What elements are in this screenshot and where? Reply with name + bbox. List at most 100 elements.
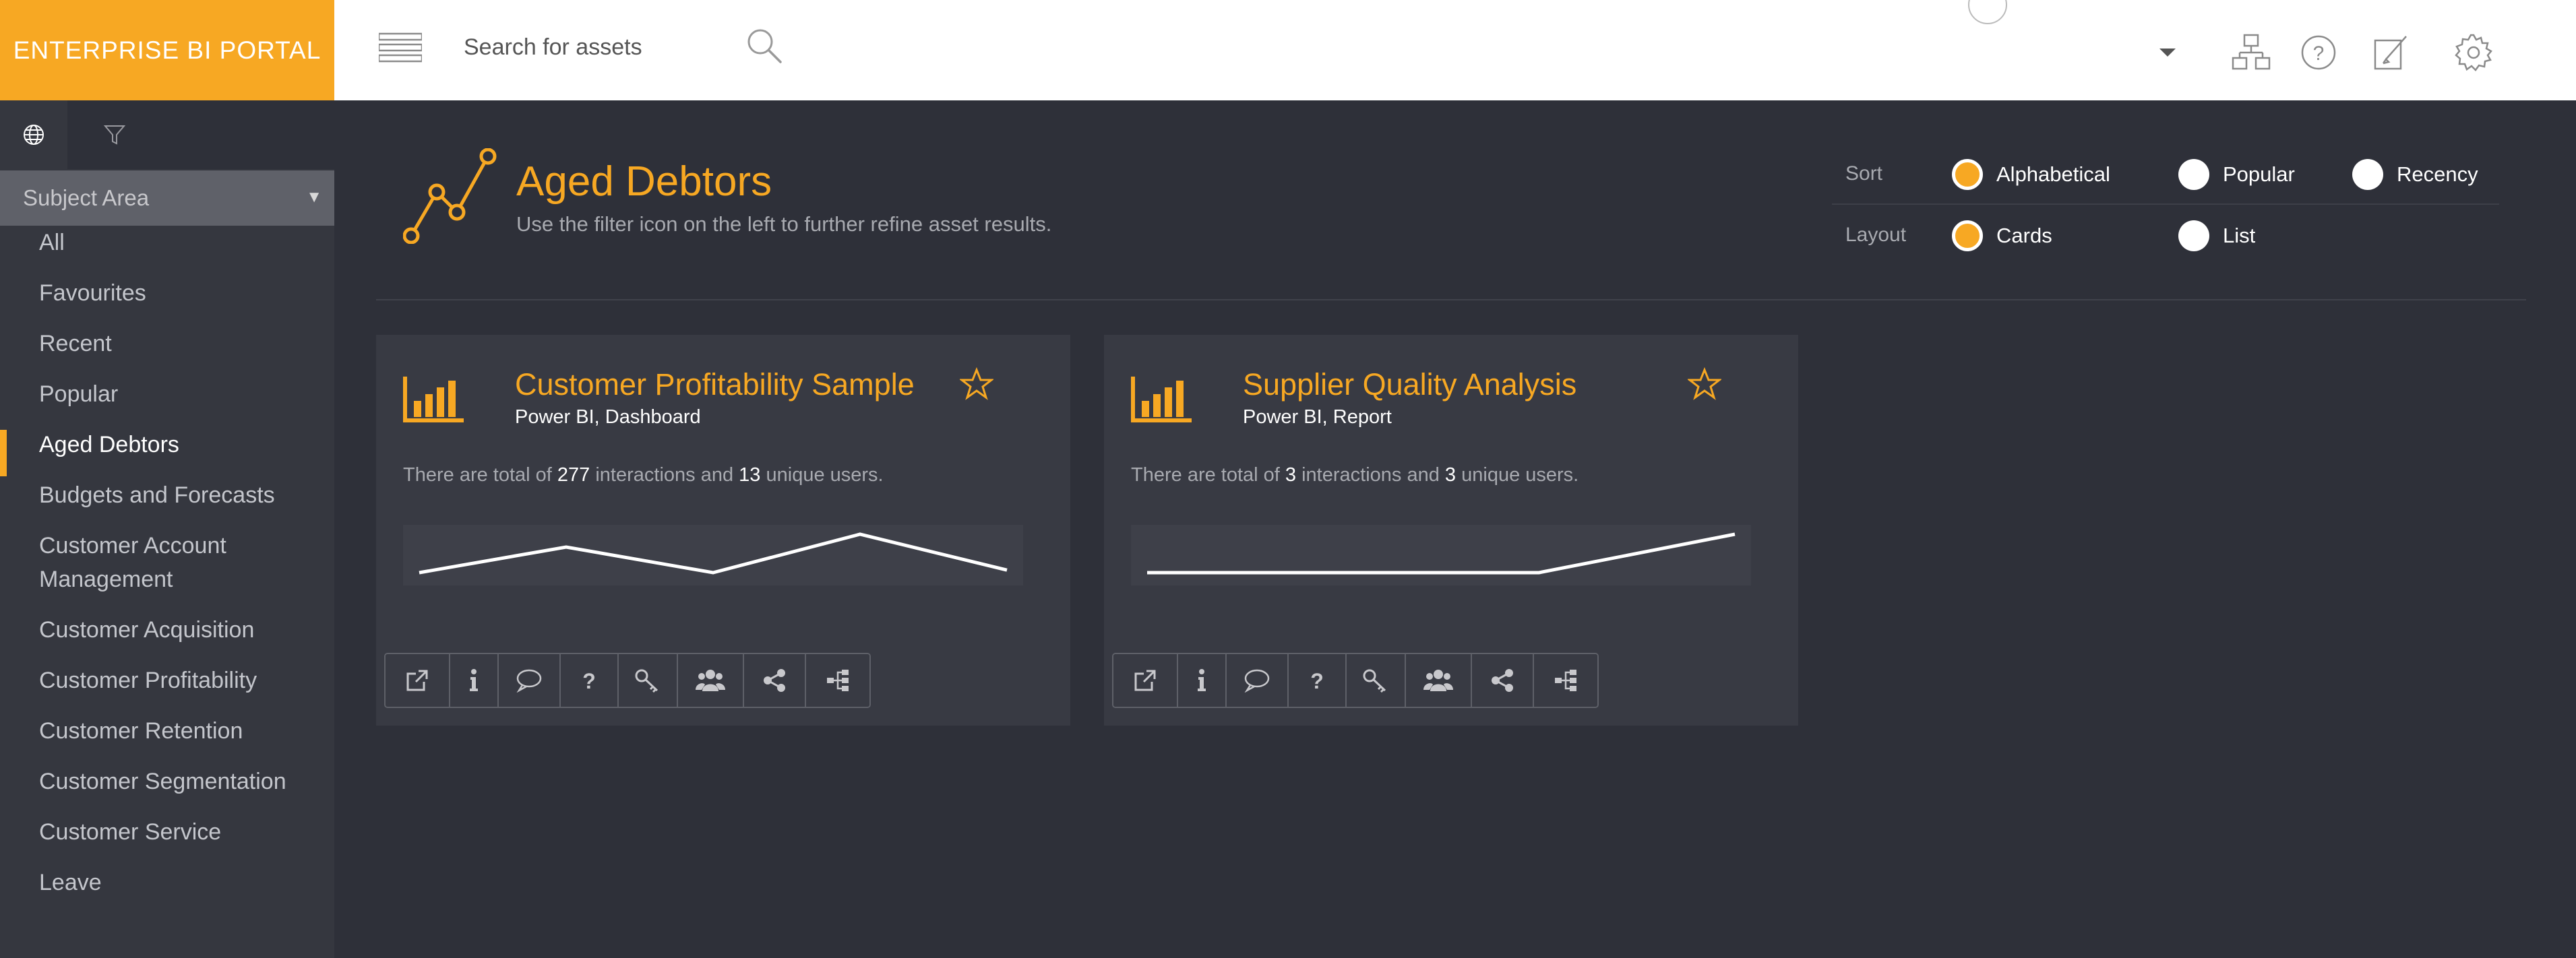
- layout-radio-list[interactable]: List: [2178, 220, 2255, 252]
- radio-checked-icon: [1952, 220, 1983, 251]
- user-avatar[interactable]: [1968, 0, 2007, 24]
- divider: [376, 299, 2526, 300]
- search-icon[interactable]: [745, 27, 783, 65]
- nav-item-customer-profitability[interactable]: Customer Profitability: [0, 664, 334, 697]
- gear-icon[interactable]: [2453, 32, 2494, 73]
- nav-item-budgets-and-forecasts[interactable]: Budgets and Forecasts: [0, 478, 334, 512]
- users-count: 13: [739, 464, 761, 486]
- subject-area-label: Subject Area: [23, 185, 150, 210]
- nav-item-label: Recent: [39, 331, 112, 356]
- users-icon[interactable]: [678, 654, 744, 707]
- subject-nav-list: All Favourites Recent Popular Aged Debto…: [0, 226, 334, 899]
- subject-area-dropdown[interactable]: Subject Area ▼: [0, 170, 334, 226]
- globe-icon[interactable]: [0, 100, 67, 169]
- sort-radio-alphabetical[interactable]: Alphabetical: [1952, 158, 2110, 191]
- page-subtitle: Use the filter icon on the left to furth…: [516, 212, 1052, 236]
- search-input[interactable]: [464, 28, 720, 66]
- hierarchy-icon[interactable]: [2231, 32, 2271, 73]
- stats-text: There are total of: [1131, 464, 1280, 486]
- nav-item-label: Customer Acquisition: [39, 617, 255, 643]
- stats-text: unique users.: [1461, 464, 1579, 486]
- page-title: Aged Debtors: [516, 158, 772, 205]
- stats-text: There are total of: [403, 464, 552, 486]
- radio-label: Popular: [2223, 162, 2295, 186]
- nav-item-leave[interactable]: Leave: [0, 866, 334, 899]
- trend-sparkline: [1131, 525, 1751, 585]
- radio-label: List: [2223, 224, 2256, 247]
- radio-label: Cards: [1996, 224, 2052, 247]
- question-icon[interactable]: ?: [561, 654, 619, 707]
- main-content: Aged Debtors Use the filter icon on the …: [334, 100, 2576, 958]
- nav-item-all[interactable]: All: [0, 226, 334, 259]
- open-external-icon[interactable]: [1113, 654, 1178, 707]
- radio-unchecked-icon: [2178, 159, 2209, 190]
- asset-card[interactable]: Supplier Quality Analysis Power BI, Repo…: [1104, 335, 1798, 726]
- sparkline-background: [403, 525, 1023, 585]
- trend-sparkline: [403, 525, 1023, 585]
- card-title[interactable]: Customer Profitability Sample: [515, 367, 915, 402]
- layout-radio-cards[interactable]: Cards: [1952, 220, 2052, 252]
- card-subtitle: Power BI, Dashboard: [515, 406, 701, 428]
- nav-item-popular[interactable]: Popular: [0, 377, 334, 411]
- nav-item-recent[interactable]: Recent: [0, 327, 334, 360]
- svg-text:?: ?: [1310, 669, 1324, 693]
- comment-icon[interactable]: [1227, 654, 1289, 707]
- filter-icon[interactable]: [81, 100, 148, 169]
- nav-item-favourites[interactable]: Favourites: [0, 276, 334, 310]
- view-options: Sort Alphabetical Popular Recency Layout: [1832, 143, 2499, 263]
- nav-item-label: Customer Account Management: [39, 533, 226, 592]
- sparkline-background: [1131, 525, 1751, 585]
- layout-label: Layout: [1845, 224, 1907, 246]
- users-icon[interactable]: [1406, 654, 1472, 707]
- sort-radio-popular[interactable]: Popular: [2178, 158, 2295, 191]
- key-icon[interactable]: [1347, 654, 1406, 707]
- comment-icon[interactable]: [499, 654, 561, 707]
- open-external-icon[interactable]: [386, 654, 450, 707]
- sidebar-tabs: [0, 100, 334, 169]
- nav-item-customer-service[interactable]: Customer Service: [0, 815, 334, 849]
- info-icon[interactable]: [450, 654, 499, 707]
- layout-options: Layout Cards List: [1832, 205, 2499, 266]
- menu-icon[interactable]: [377, 32, 423, 63]
- svg-text:?: ?: [582, 669, 596, 693]
- radio-checked-icon: [1952, 159, 1983, 190]
- nav-item-customer-segmentation[interactable]: Customer Segmentation: [0, 765, 334, 798]
- brand-logo[interactable]: ENTERPRISE BI PORTAL: [0, 0, 334, 100]
- star-icon[interactable]: [958, 366, 995, 401]
- sort-label: Sort: [1845, 162, 1883, 185]
- nav-item-label: Customer Segmentation: [39, 769, 286, 794]
- radio-label: Alphabetical: [1996, 162, 2110, 186]
- svg-text:?: ?: [2313, 42, 2325, 65]
- nav-item-customer-retention[interactable]: Customer Retention: [0, 714, 334, 748]
- question-icon[interactable]: ?: [1289, 654, 1347, 707]
- card-subtitle: Power BI, Report: [1243, 406, 1392, 428]
- key-icon[interactable]: [619, 654, 678, 707]
- stats-text: unique users.: [766, 464, 884, 486]
- nav-item-customer-acquisition[interactable]: Customer Acquisition: [0, 613, 334, 647]
- sort-radio-recency[interactable]: Recency: [2352, 158, 2478, 191]
- card-stats: There are total of 277 interactions and …: [403, 464, 884, 486]
- star-icon[interactable]: [1686, 366, 1723, 401]
- edit-icon[interactable]: [2371, 32, 2412, 73]
- nav-item-label: All: [39, 230, 65, 255]
- share-icon[interactable]: [1472, 654, 1534, 707]
- radio-unchecked-icon: [2352, 159, 2383, 190]
- card-title[interactable]: Supplier Quality Analysis: [1243, 367, 1576, 402]
- lineage-icon[interactable]: [1534, 654, 1597, 707]
- caret-down-icon: ▼: [306, 188, 322, 206]
- interactions-count: 277: [557, 464, 590, 486]
- lineage-icon[interactable]: [806, 654, 869, 707]
- share-icon[interactable]: [744, 654, 806, 707]
- users-count: 3: [1444, 464, 1456, 486]
- nav-item-customer-account-management[interactable]: Customer Account Management: [0, 529, 334, 596]
- nav-item-label: Popular: [39, 381, 119, 407]
- nav-item-label: Customer Profitability: [39, 668, 257, 693]
- top-bar: ENTERPRISE BI PORTAL Search for assets ?: [0, 0, 2576, 100]
- help-icon[interactable]: ?: [2298, 32, 2339, 73]
- nav-item-aged-debtors[interactable]: Aged Debtors: [0, 428, 334, 476]
- line-chart-icon: [402, 148, 497, 245]
- interactions-count: 3: [1285, 464, 1297, 486]
- info-icon[interactable]: [1178, 654, 1227, 707]
- chevron-down-icon[interactable]: [2154, 42, 2181, 62]
- asset-card[interactable]: Customer Profitability Sample Power BI, …: [376, 335, 1070, 726]
